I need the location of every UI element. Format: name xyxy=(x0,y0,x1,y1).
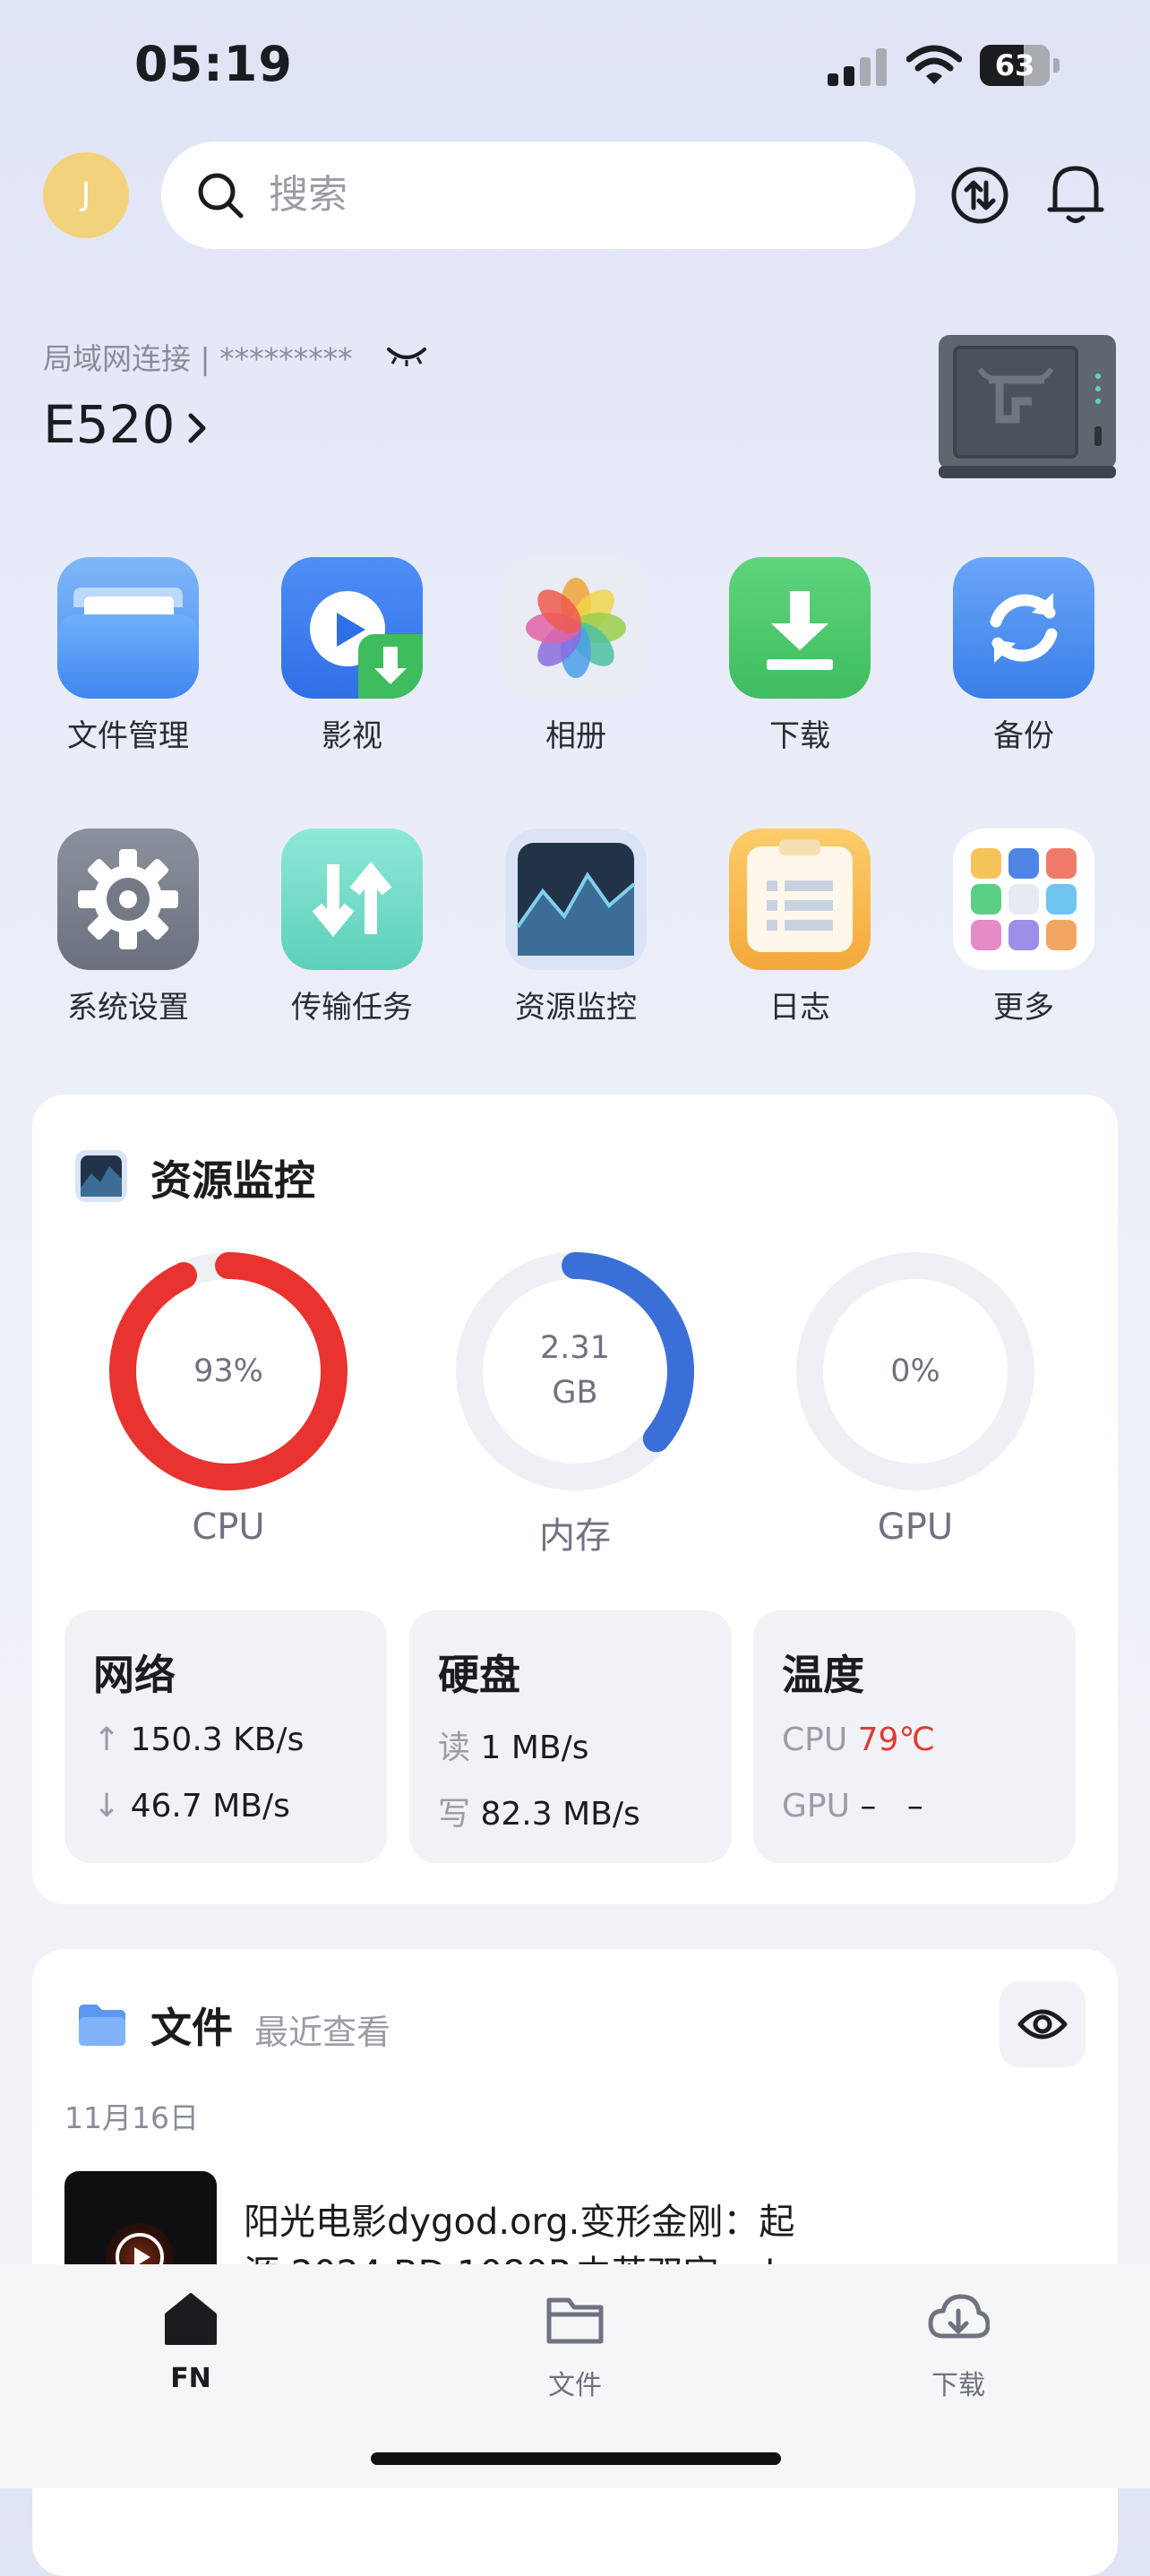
connection-status: 局域网连接 | ********* xyxy=(43,341,353,376)
gpu-gauge-label: GPU xyxy=(877,1507,954,1548)
download-app-icon xyxy=(729,557,871,699)
disk-read: 读 1 MB/s xyxy=(438,1722,588,1768)
arrow-down-icon: ↓ xyxy=(93,1788,121,1825)
app-resource-monitor[interactable]: 资源监控 xyxy=(486,829,665,1026)
eye-icon xyxy=(1017,2009,1068,2039)
gpu-temperature: GPU – – xyxy=(782,1788,923,1825)
photos-app-icon xyxy=(505,557,647,699)
battery-icon: 63 xyxy=(980,45,1062,86)
cpu-gauge-label: CPU xyxy=(192,1507,265,1548)
monitor-app-icon xyxy=(505,829,647,970)
nav-label: FN xyxy=(170,2363,211,2394)
more-app-icon xyxy=(953,829,1094,970)
network-upload: ↑ 150.3 KB/s xyxy=(93,1722,304,1758)
memory-value: 2.31 GB xyxy=(485,1326,665,1415)
battery-level: 63 xyxy=(994,48,1035,82)
monitor-icon xyxy=(75,1150,127,1202)
settings-app-icon xyxy=(57,829,199,970)
bell-icon[interactable] xyxy=(1046,161,1105,226)
app-file-manager[interactable]: 文件管理 xyxy=(39,557,218,755)
gpu-usage-value: 0% xyxy=(890,1353,940,1389)
network-title: 网络 xyxy=(93,1651,176,1699)
app-label: 备份 xyxy=(993,718,1054,754)
nas-device-image[interactable] xyxy=(937,333,1118,482)
chevron-right-icon[interactable] xyxy=(186,410,208,446)
nav-home[interactable]: FN xyxy=(101,2288,280,2394)
gpu-temp-label: GPU xyxy=(782,1788,850,1825)
gpu-temp-value: – – xyxy=(860,1788,923,1825)
memory-unit: GB xyxy=(552,1375,598,1411)
app-backup[interactable]: 备份 xyxy=(934,557,1113,755)
read-speed: 1 MB/s xyxy=(480,1730,589,1766)
files-subtitle: 最近查看 xyxy=(254,2013,391,2052)
search-bar[interactable]: 搜索 xyxy=(161,142,915,249)
app-label: 相册 xyxy=(545,718,606,754)
network-stat[interactable]: 网络 ↑ 150.3 KB/s ↓ 46.7 MB/s xyxy=(64,1610,387,1863)
app-log[interactable]: 日志 xyxy=(710,829,889,1026)
nav-downloads[interactable]: 下载 xyxy=(869,2288,1048,2402)
app-video[interactable]: 影视 xyxy=(262,557,442,755)
device-name[interactable]: E520 xyxy=(43,394,175,455)
app-label: 系统设置 xyxy=(67,990,189,1026)
app-more[interactable]: 更多 xyxy=(934,829,1113,1026)
transfer-app-icon xyxy=(281,829,423,970)
folder-outline-icon xyxy=(546,2297,604,2344)
home-indicator xyxy=(371,2452,781,2465)
nav-label: 下载 xyxy=(931,2370,985,2401)
temperature-title: 温度 xyxy=(782,1651,864,1699)
cpu-temp-value: 79℃ xyxy=(857,1722,935,1758)
disk-write: 写 82.3 MB/s xyxy=(438,1788,640,1834)
app-label: 影视 xyxy=(322,718,382,754)
app-label: 下载 xyxy=(769,718,830,754)
app-label: 日志 xyxy=(769,990,830,1026)
home-icon xyxy=(165,2293,217,2345)
app-photos[interactable]: 相册 xyxy=(486,557,665,755)
backup-app-icon xyxy=(953,557,1094,699)
folder-icon xyxy=(79,2005,125,2046)
disk-title: 硬盘 xyxy=(438,1651,520,1699)
app-download[interactable]: 下载 xyxy=(710,557,889,755)
avatar[interactable]: J xyxy=(43,152,129,238)
nav-files[interactable]: 文件 xyxy=(485,2288,665,2402)
cellular-signal-icon xyxy=(828,47,888,86)
cpu-temperature: CPU 79℃ xyxy=(782,1722,935,1758)
write-label: 写 xyxy=(438,1796,471,1833)
memory-amount: 2.31 xyxy=(540,1330,610,1366)
hide-password-icon[interactable] xyxy=(385,344,428,367)
app-label: 传输任务 xyxy=(291,990,413,1026)
cpu-usage-value: 93% xyxy=(193,1353,263,1389)
download-speed: 46.7 MB/s xyxy=(130,1788,290,1825)
upload-speed: 150.3 KB/s xyxy=(130,1722,305,1758)
transfer-icon[interactable] xyxy=(949,165,1010,226)
files-title: 文件 xyxy=(150,2004,233,2052)
write-speed: 82.3 MB/s xyxy=(480,1796,640,1833)
toggle-visibility-button[interactable] xyxy=(1000,1981,1086,2067)
network-download: ↓ 46.7 MB/s xyxy=(93,1788,290,1825)
app-settings[interactable]: 系统设置 xyxy=(39,829,218,1026)
cpu-temp-label: CPU xyxy=(782,1722,848,1758)
status-time: 05:19 xyxy=(134,36,293,92)
card-title: 资源监控 xyxy=(150,1156,315,1205)
cloud-download-icon xyxy=(928,2294,991,2339)
disk-stat[interactable]: 硬盘 读 1 MB/s 写 82.3 MB/s xyxy=(409,1610,732,1863)
log-app-icon xyxy=(729,829,871,970)
wifi-icon xyxy=(906,45,962,84)
arrow-up-icon: ↑ xyxy=(93,1722,121,1758)
memory-gauge-label: 内存 xyxy=(539,1516,611,1557)
temperature-stat[interactable]: 温度 CPU 79℃ GPU – – xyxy=(753,1610,1076,1863)
app-label: 更多 xyxy=(993,990,1054,1026)
read-label: 读 xyxy=(438,1730,471,1766)
video-app-icon xyxy=(281,557,423,699)
nav-label: 文件 xyxy=(548,2370,602,2401)
search-placeholder: 搜索 xyxy=(269,172,348,218)
search-icon xyxy=(198,173,244,219)
file-date: 11月16日 xyxy=(64,2100,199,2135)
app-label: 文件管理 xyxy=(67,718,189,754)
app-transfer[interactable]: 传输任务 xyxy=(262,829,442,1026)
app-label: 资源监控 xyxy=(515,990,637,1026)
resource-monitor-card[interactable]: 资源监控 93% CPU 2.31 GB 内存 0% GPU 网络 ↑ 150.… xyxy=(32,1095,1118,1904)
folder-app-icon xyxy=(57,557,199,699)
